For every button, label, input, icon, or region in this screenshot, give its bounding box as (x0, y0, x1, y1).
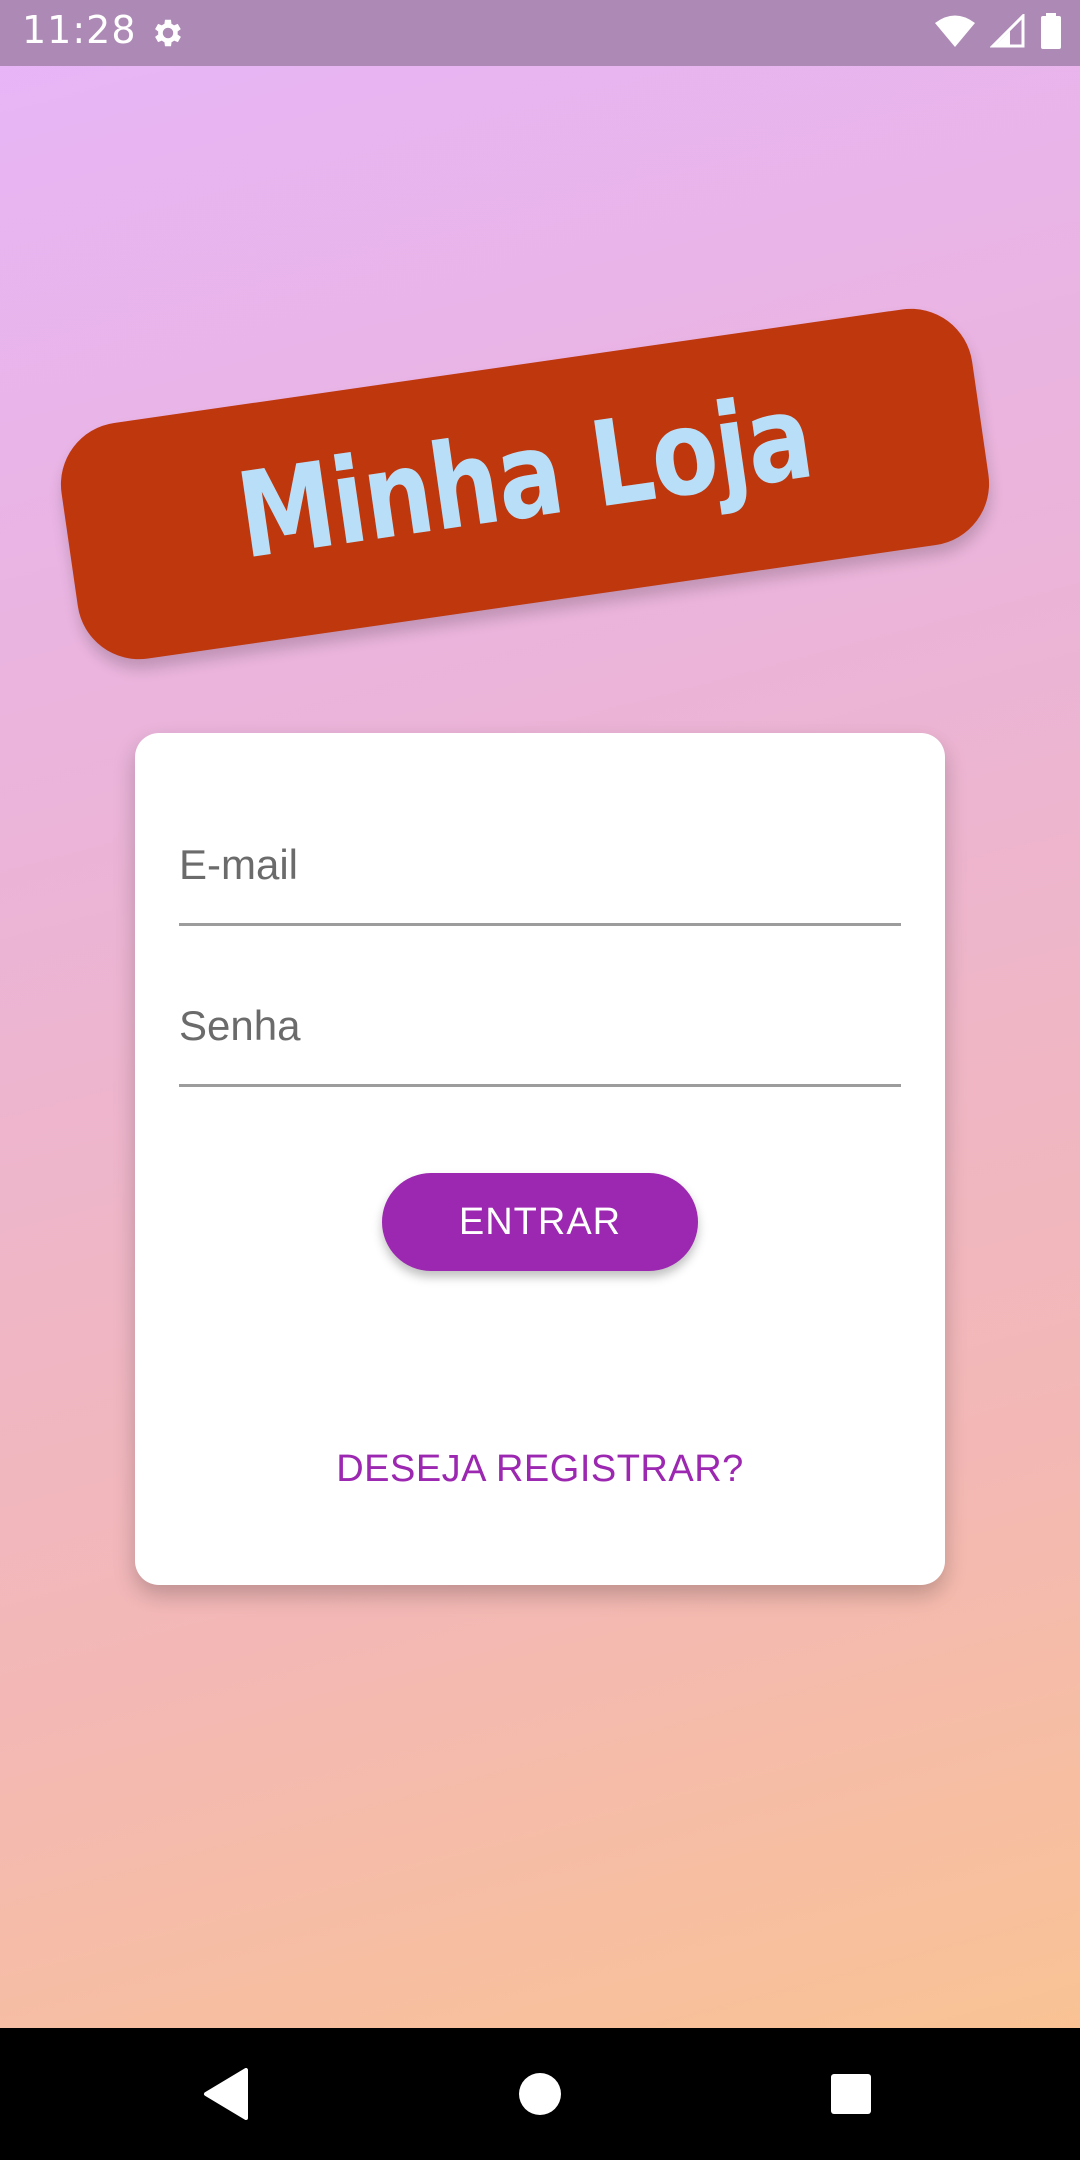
password-field[interactable]: Senha (179, 974, 901, 1087)
recents-icon[interactable] (815, 2058, 887, 2130)
login-screen: 11:28 Minha Loja E-mail Senha ENTRAR DES… (0, 0, 1080, 2160)
login-card: E-mail Senha ENTRAR DESEJA REGISTRAR? (135, 733, 945, 1585)
register-link[interactable]: DESEJA REGISTRAR? (135, 1448, 945, 1491)
signal-icon (989, 12, 1026, 52)
logo-banner: Minha Loja (52, 300, 998, 668)
status-bar: 11:28 (0, 0, 1080, 66)
gear-icon (150, 15, 186, 51)
email-field[interactable]: E-mail (179, 813, 901, 926)
battery-icon (1040, 13, 1062, 53)
password-placeholder: Senha (179, 1002, 301, 1049)
wifi-icon (934, 14, 976, 52)
email-placeholder: E-mail (179, 841, 299, 888)
back-icon[interactable] (190, 2058, 262, 2130)
logo-title: Minha Loja (228, 366, 819, 586)
status-icons (934, 12, 1062, 53)
home-icon[interactable] (504, 2058, 576, 2130)
navigation-bar (0, 2028, 1080, 2160)
enter-button[interactable]: ENTRAR (382, 1173, 698, 1271)
status-time: 11:28 (22, 8, 137, 52)
